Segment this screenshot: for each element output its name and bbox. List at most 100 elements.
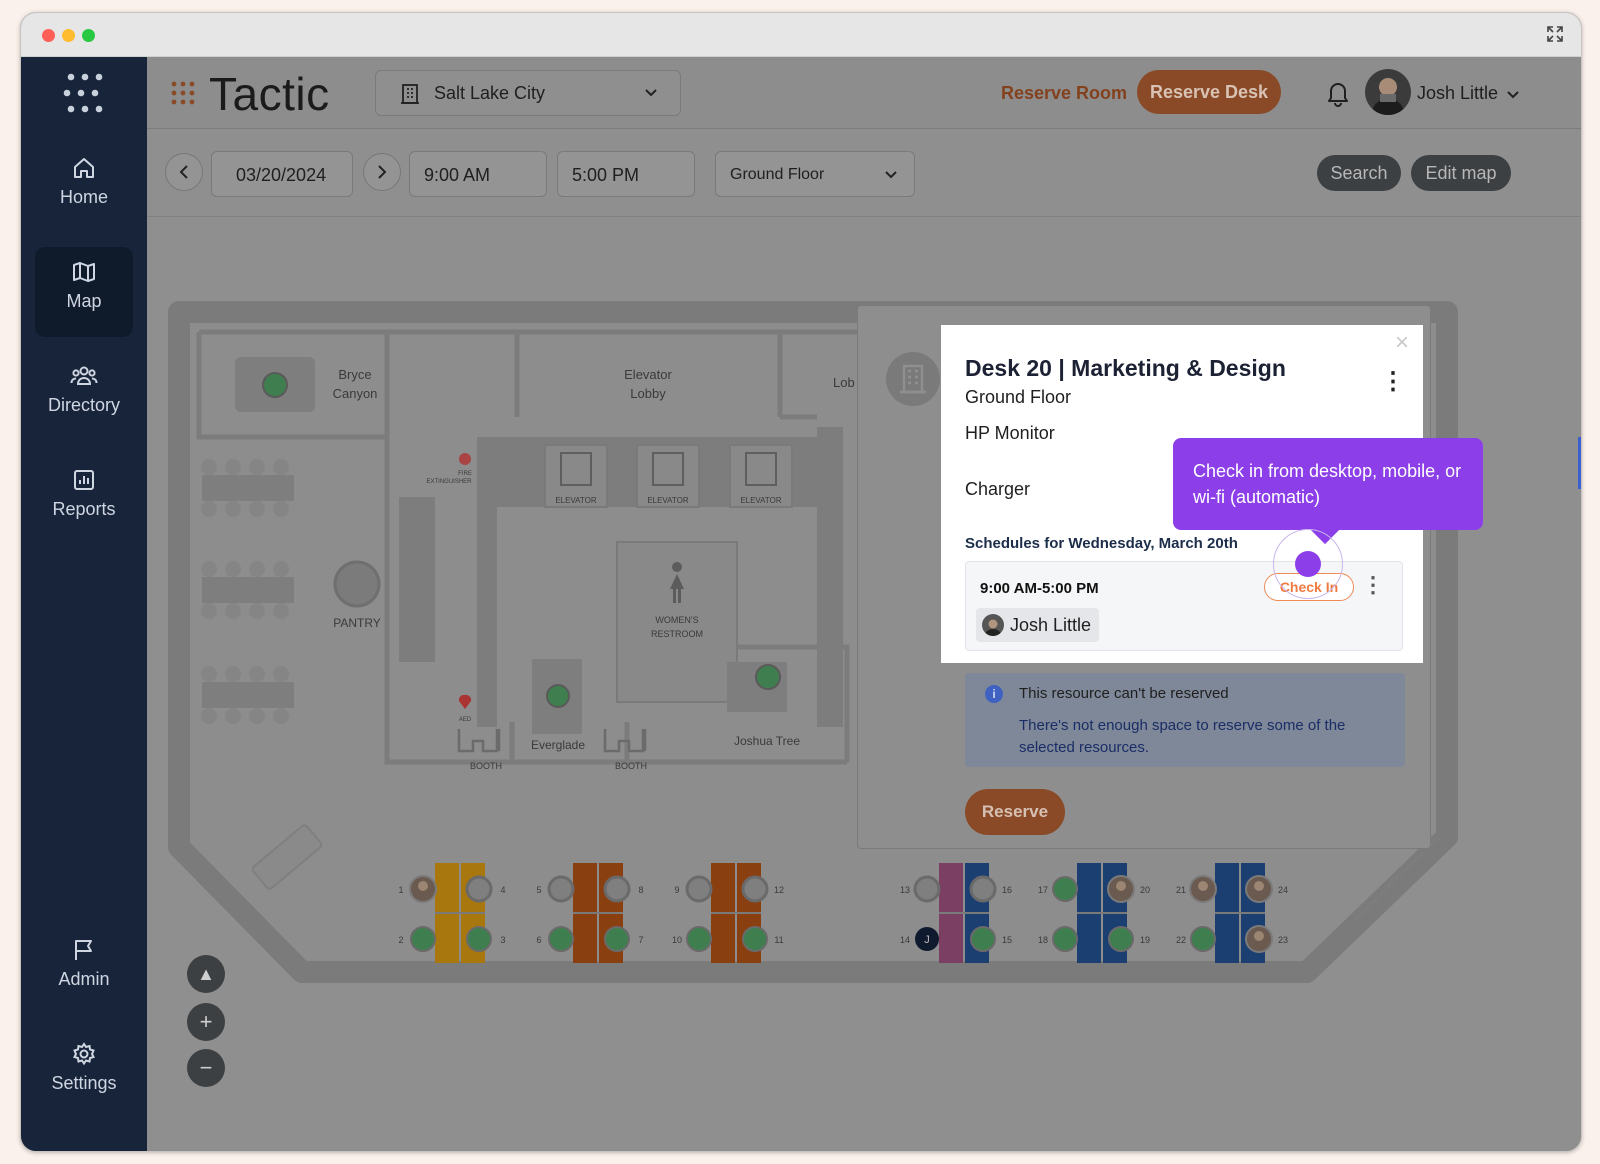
desk-number: 15: [1002, 935, 1012, 945]
chevron-down-icon: [885, 171, 897, 179]
desk-seat[interactable]: [466, 926, 492, 952]
location-select-value: Salt Lake City: [434, 83, 546, 103]
schedule-time: 9:00 AM-5:00 PM: [980, 580, 1099, 597]
desk-seat[interactable]: [603, 875, 631, 903]
attendee-chip[interactable]: Josh Little: [976, 608, 1100, 642]
notice-body: There's not enough space to reserve some…: [1019, 717, 1346, 756]
desk-floor: Ground Floor: [965, 387, 1072, 407]
app-launcher-icon[interactable]: [63, 71, 107, 115]
desk-seat[interactable]: [970, 926, 996, 952]
prev-day-button[interactable]: [165, 153, 203, 191]
desk-cluster: 17 20 18 19: [1038, 863, 1150, 963]
chevron-down-icon: [645, 89, 657, 97]
desk-number: 6: [536, 935, 541, 945]
stairs: [1351, 835, 1441, 924]
bell-icon[interactable]: [1325, 79, 1351, 107]
desk-seat[interactable]: [686, 926, 712, 952]
desk-number: 19: [1140, 935, 1150, 945]
desk-seat[interactable]: J: [915, 927, 939, 951]
avatar-initial: J: [924, 934, 930, 946]
desk-seat[interactable]: [1245, 875, 1273, 903]
reserve-room-link[interactable]: Reserve Room: [1001, 83, 1127, 104]
start-time-field[interactable]: 9:00 AM: [409, 151, 547, 197]
desk-seat[interactable]: [604, 926, 630, 952]
sidebar-item-directory[interactable]: Directory: [35, 351, 133, 441]
next-day-button[interactable]: [363, 153, 401, 191]
map-icon: [73, 262, 95, 282]
sidebar-item-reports[interactable]: Reports: [35, 455, 133, 545]
desk-number: 17: [1038, 885, 1048, 895]
desk-cluster: 21 24 22 23: [1176, 863, 1288, 963]
desk-seat[interactable]: [1052, 926, 1078, 952]
schedule-heading: Schedules for Wednesday, March 20th: [965, 535, 1238, 552]
desk-number: 16: [1002, 885, 1012, 895]
sidebar-item-label: Admin: [58, 969, 110, 989]
map-scrollbar[interactable]: [1578, 437, 1581, 489]
desk-number: 11: [774, 935, 783, 945]
desk-seat[interactable]: [742, 926, 768, 952]
amenity-item: HP Monitor: [965, 423, 1055, 443]
avatar[interactable]: [1365, 69, 1411, 115]
sidebar-item-label: Map: [66, 291, 102, 311]
more-options-icon[interactable]: ⋮: [1362, 572, 1384, 598]
sidebar-item-map[interactable]: Map: [35, 247, 133, 337]
more-options-icon[interactable]: ⋮: [1381, 367, 1405, 396]
desk-seat[interactable]: [465, 875, 493, 903]
sidebar-item-label: Directory: [47, 395, 120, 415]
floor-select-value: Ground Floor: [730, 166, 825, 183]
sidebar-item-home[interactable]: Home: [35, 143, 133, 233]
expand-icon[interactable]: [1545, 25, 1565, 45]
location-select[interactable]: Salt Lake City: [375, 70, 681, 116]
desk-number: 21: [1176, 885, 1186, 895]
compass-button[interactable]: ▲: [187, 955, 225, 993]
notice-title: This resource can't be reserved: [1019, 685, 1229, 702]
desk-seat[interactable]: [1052, 876, 1078, 902]
search-button[interactable]: Search: [1317, 155, 1401, 191]
reserve-desk-button[interactable]: Reserve Desk: [1137, 70, 1281, 114]
floor-select[interactable]: Ground Floor: [715, 151, 915, 197]
flag-icon: [75, 940, 92, 960]
desk-cluster: 5 8 6 7: [536, 863, 644, 963]
sidebar-item-admin[interactable]: Admin: [35, 925, 133, 1015]
desk-number: 12: [774, 885, 784, 895]
app-window: Home Map Directory Reports Admin Setting…: [20, 12, 1582, 1152]
desk-seat[interactable]: [913, 875, 941, 903]
chart-icon: [74, 470, 94, 490]
end-time-field[interactable]: 5:00 PM: [557, 151, 695, 197]
desk-cluster: 9 12 10 11: [672, 863, 784, 963]
desk-seat[interactable]: [1189, 875, 1217, 903]
desk-seat[interactable]: [548, 926, 574, 952]
avatar: [982, 614, 1004, 636]
reserve-button[interactable]: Reserve: [965, 789, 1065, 835]
desk-seat[interactable]: [685, 875, 713, 903]
sidebar-item-settings[interactable]: Settings: [35, 1029, 133, 1119]
home-icon: [74, 158, 94, 178]
zoom-out-button[interactable]: −: [187, 1049, 225, 1087]
desk-number: 4: [500, 885, 505, 895]
desk-seat[interactable]: [1245, 925, 1273, 953]
edit-map-button[interactable]: Edit map: [1411, 155, 1511, 191]
zoom-in-button[interactable]: +: [187, 1003, 225, 1041]
minimize-window-button[interactable]: [62, 29, 75, 42]
maximize-window-button[interactable]: [82, 29, 95, 42]
user-menu[interactable]: Josh Little: [1417, 83, 1519, 104]
desk-seat[interactable]: [969, 875, 997, 903]
cannot-reserve-notice: i This resource can't be reserved There'…: [965, 673, 1405, 767]
desk-number: 24: [1278, 885, 1288, 895]
date-field[interactable]: 03/20/2024: [211, 151, 353, 197]
desk-seat[interactable]: [741, 875, 769, 903]
close-icon[interactable]: ×: [1395, 329, 1409, 357]
desk-seat[interactable]: [1190, 926, 1216, 952]
close-window-button[interactable]: [42, 29, 55, 42]
desk-number: 9: [674, 885, 679, 895]
desk-seat[interactable]: [1108, 926, 1134, 952]
desk-seat[interactable]: [410, 926, 436, 952]
desk-seat[interactable]: [409, 875, 437, 903]
user-name: Josh Little: [1417, 83, 1499, 103]
desk-seat[interactable]: [1107, 875, 1135, 903]
info-icon: i: [985, 685, 1003, 703]
gear-icon: [73, 1042, 95, 1066]
check-in-tooltip: Check in from desktop, mobile, or wi-fi …: [1173, 438, 1483, 530]
desk-seat[interactable]: [547, 875, 575, 903]
building-icon: [886, 352, 940, 406]
